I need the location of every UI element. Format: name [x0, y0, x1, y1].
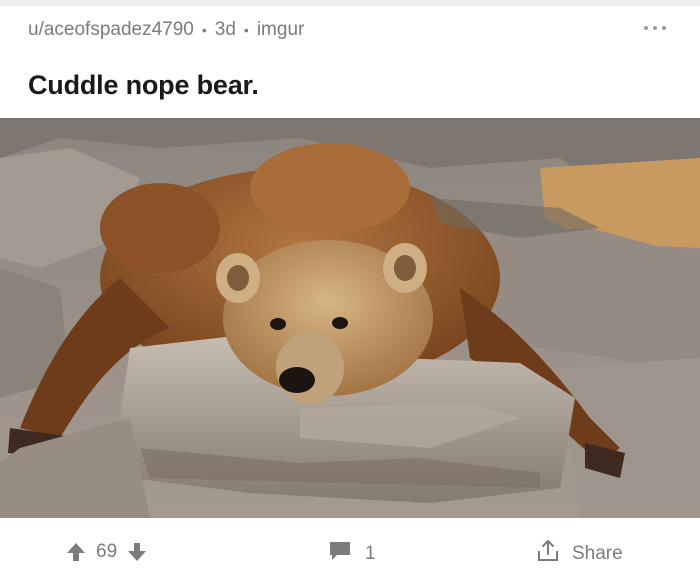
share-upload-icon — [536, 539, 560, 568]
comments-button[interactable]: 1 — [329, 541, 376, 566]
score-count: 69 — [96, 541, 118, 562]
separator-dot: • — [201, 22, 207, 38]
more-options-icon[interactable] — [644, 24, 666, 32]
arrow-down-icon[interactable] — [127, 542, 147, 562]
top-divider — [0, 0, 700, 6]
source-domain-link[interactable]: imgur — [257, 19, 305, 41]
post-title[interactable]: Cuddle nope bear. — [28, 70, 259, 101]
share-button[interactable]: Share — [536, 539, 623, 568]
share-label: Share — [572, 542, 623, 564]
post-image[interactable] — [0, 118, 700, 518]
vote-controls: 69 — [66, 541, 147, 563]
separator-dot: • — [243, 22, 249, 38]
post-age: 3d — [214, 19, 236, 40]
post-meta: u/aceofspadez4790 • 3d • imgur — [28, 19, 304, 41]
arrow-up-icon[interactable] — [66, 542, 86, 562]
comment-count: 1 — [365, 542, 376, 564]
username-link[interactable]: u/aceofspadez4790 — [28, 19, 194, 41]
comment-bubble-icon — [329, 541, 351, 566]
